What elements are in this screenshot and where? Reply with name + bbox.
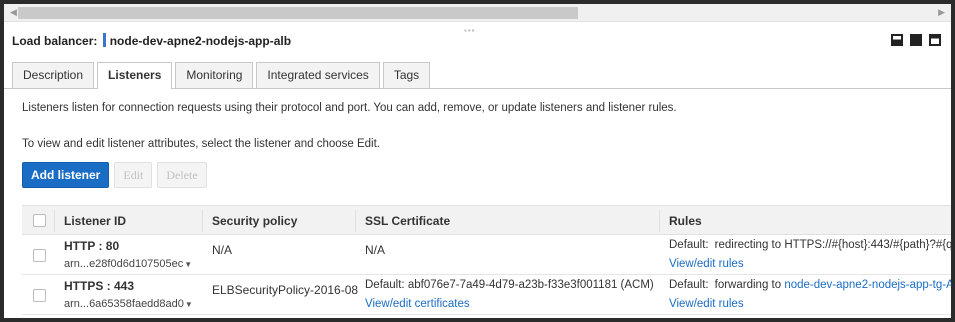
arn-dropdown-icon[interactable]: ▼ bbox=[185, 300, 193, 309]
column-header-listener-id[interactable]: Listener ID bbox=[64, 214, 126, 228]
listener-arn[interactable]: arn...6a65358faedd8ad0▼ bbox=[64, 298, 193, 310]
layout-toggle-group bbox=[891, 34, 941, 46]
listener-protocol: HTTP : 80 bbox=[64, 239, 120, 253]
listener-protocol: HTTPS : 443 bbox=[64, 279, 135, 293]
table-row[interactable]: HTTP : 80 arn...e28f0d6d107505ec▼ N/A N/… bbox=[22, 235, 951, 275]
security-policy-value: ELBSecurityPolicy-2016-08 bbox=[212, 283, 359, 297]
view-edit-certificates-link[interactable]: View/edit certificates bbox=[365, 298, 470, 310]
layout-bottom-panel-icon[interactable] bbox=[891, 34, 903, 46]
load-balancer-marker-icon bbox=[102, 33, 106, 47]
table-row[interactable]: HTTPS : 443 arn...6a65358faedd8ad0▼ ELBS… bbox=[22, 275, 951, 315]
tab-integrated-services[interactable]: Integrated services bbox=[256, 62, 380, 88]
column-separator bbox=[355, 210, 356, 232]
arn-dropdown-icon[interactable]: ▼ bbox=[184, 260, 192, 269]
column-header-ssl-certificate[interactable]: SSL Certificate bbox=[365, 214, 450, 228]
listeners-edit-hint: To view and edit listener attributes, se… bbox=[22, 138, 380, 150]
tab-tags[interactable]: Tags bbox=[382, 62, 431, 88]
ssl-certificate-value: N/A bbox=[365, 243, 386, 257]
select-all-checkbox[interactable] bbox=[33, 214, 46, 227]
scrollbar-thumb[interactable] bbox=[18, 7, 578, 19]
scroll-left-arrow-icon[interactable]: ◀ bbox=[10, 7, 17, 18]
ssl-certificate-value: Default: abf076e7-7a49-4d79-a23b-f33e3f0… bbox=[365, 279, 654, 291]
security-policy-value: N/A bbox=[212, 243, 233, 257]
default-rule: Default: forwarding to node-dev-apne2-nod… bbox=[669, 279, 951, 291]
default-rule-label: Default: bbox=[669, 279, 709, 291]
view-edit-rules-link[interactable]: View/edit rules bbox=[669, 258, 744, 270]
action-buttons: Add listener Edit Delete bbox=[22, 162, 207, 188]
column-header-security-policy[interactable]: Security policy bbox=[212, 214, 297, 228]
row-checkbox[interactable] bbox=[33, 249, 46, 262]
listener-arn[interactable]: arn...e28f0d6d107505ec▼ bbox=[64, 258, 192, 270]
tab-listeners[interactable]: Listeners bbox=[97, 62, 173, 89]
listeners-description: Listeners listen for connection requests… bbox=[22, 102, 677, 114]
listener-arn-text: arn...e28f0d6d107505ec bbox=[64, 258, 184, 270]
scroll-right-arrow-icon[interactable]: ▶ bbox=[938, 7, 945, 18]
tab-description[interactable]: Description bbox=[12, 62, 95, 88]
horizontal-scrollbar[interactable]: ◀ ▶ bbox=[4, 4, 951, 22]
table-header: Listener ID Security policy SSL Certific… bbox=[22, 205, 951, 235]
default-rule-text: redirecting to HTTPS://#{host}:443/#{pat… bbox=[714, 239, 951, 251]
tab-monitoring[interactable]: Monitoring bbox=[175, 62, 254, 88]
listeners-content: Listeners listen for connection requests… bbox=[4, 89, 951, 318]
listener-arn-text: arn...6a65358faedd8ad0 bbox=[64, 298, 184, 310]
default-rule: Default: redirecting to HTTPS://#{host}:4… bbox=[669, 239, 951, 251]
row-checkbox[interactable] bbox=[33, 289, 46, 302]
layout-top-panel-icon[interactable] bbox=[929, 34, 941, 46]
layout-full-panel-icon[interactable] bbox=[910, 34, 922, 46]
column-header-rules[interactable]: Rules bbox=[669, 214, 702, 228]
listeners-table: Listener ID Security policy SSL Certific… bbox=[22, 205, 951, 315]
add-listener-button[interactable]: Add listener bbox=[22, 162, 110, 188]
edit-button[interactable]: Edit bbox=[114, 162, 153, 188]
tab-bar: Description Listeners Monitoring Integra… bbox=[12, 62, 431, 89]
load-balancer-name: node-dev-apne2-nodejs-app-alb bbox=[109, 34, 292, 48]
column-separator bbox=[659, 210, 660, 232]
target-group-link[interactable]: node-dev-apne2-nodejs-app-tg-A bbox=[784, 279, 951, 291]
load-balancer-label: Load balancer: bbox=[12, 34, 98, 48]
delete-button[interactable]: Delete bbox=[157, 162, 207, 188]
default-rule-text: forwarding to bbox=[714, 279, 785, 291]
default-rule-label: Default: bbox=[669, 239, 709, 251]
resize-handle-icon[interactable]: ▪▪▪ bbox=[464, 26, 476, 35]
load-balancer-title: Load balancer: node-dev-apne2-nodejs-app… bbox=[12, 33, 291, 48]
view-edit-rules-link[interactable]: View/edit rules bbox=[669, 298, 744, 310]
column-separator bbox=[202, 210, 203, 232]
listeners-panel-frame: ◀ ▶ ▪▪▪ Load balancer: node-dev-apne2-no… bbox=[4, 4, 951, 318]
load-balancer-header: ▪▪▪ Load balancer: node-dev-apne2-nodejs… bbox=[4, 24, 951, 60]
column-separator bbox=[54, 210, 55, 232]
